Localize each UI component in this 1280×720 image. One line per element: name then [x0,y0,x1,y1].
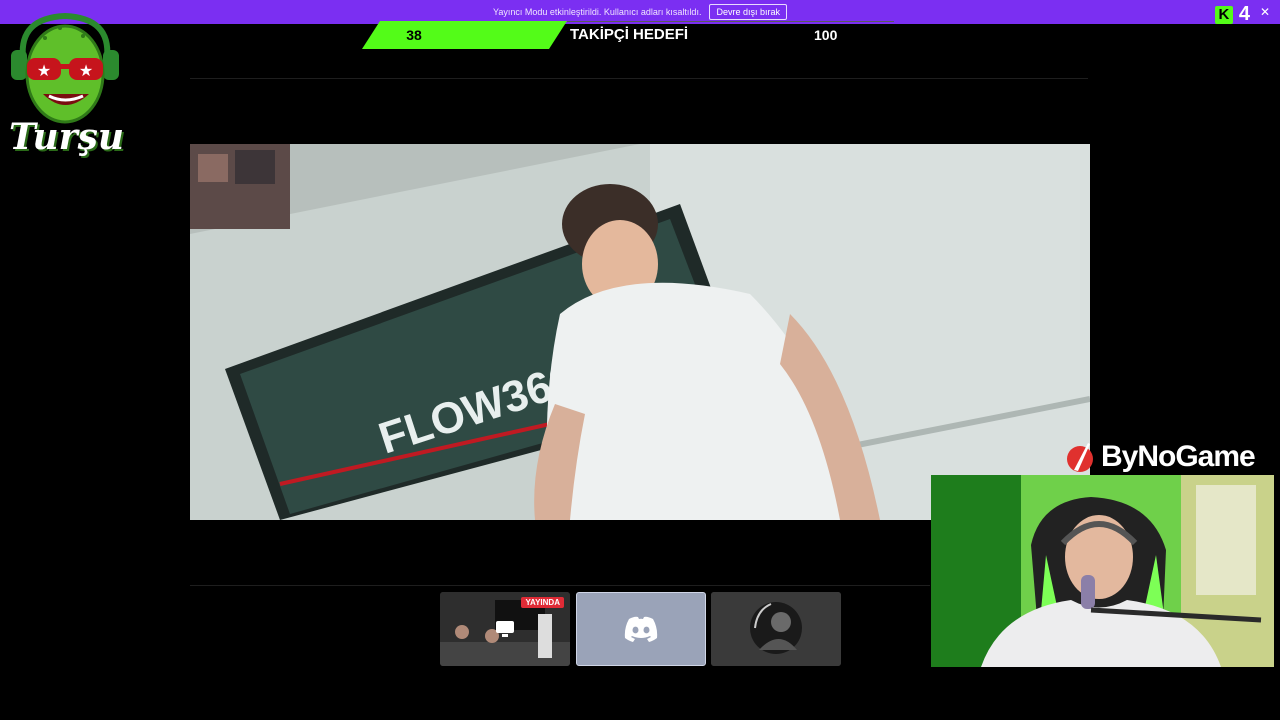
divider-top [190,78,1088,79]
divider-bottom [190,585,930,586]
pickle-mascot-icon: ★ ★ [11,12,119,124]
monitor-icon [496,621,514,637]
channel-logo-text: Turşu [9,116,125,158]
live-badge: YAYINDA [521,597,564,608]
thumbnail-screen-share[interactable]: YAYINDA [440,592,570,666]
goal-current-value: 38 [406,27,422,43]
bynogame-icon [1067,443,1093,472]
banner-message: Yayıncı Modu etkinleştirildi. Kullanıcı … [493,7,702,17]
channel-logo: ★ ★ Turşu [5,8,130,158]
webcam-frame [931,475,1274,667]
svg-text:★: ★ [79,63,93,80]
follower-goal-bar: 38 TAKİPÇİ HEDEFİ 100 [362,21,894,49]
thumbnail-user[interactable] [711,592,841,666]
disable-streamer-mode-button[interactable]: Devre dışı bırak [709,4,787,20]
svg-text:★: ★ [37,63,51,80]
video-frame: FLOW360 [190,144,1090,520]
avatar [711,592,841,666]
sponsor-name: ByNoGame [1101,440,1256,473]
main-video-player[interactable]: FLOW360 [190,144,1090,520]
kick-icon: K [1214,5,1233,24]
goal-target-value: 100 [814,27,838,43]
kick-viewer-count: K 4 [1214,3,1250,26]
discord-icon [624,616,658,642]
close-icon[interactable]: ✕ [1260,5,1270,19]
thumbnail-discord[interactable] [576,592,706,666]
sponsor-logo: ByNoGame [1064,440,1256,474]
viewer-count: 4 [1238,3,1250,25]
webcam-feed [931,475,1274,667]
goal-fill [362,21,567,49]
goal-title: TAKİPÇİ HEDEFİ [570,26,689,43]
